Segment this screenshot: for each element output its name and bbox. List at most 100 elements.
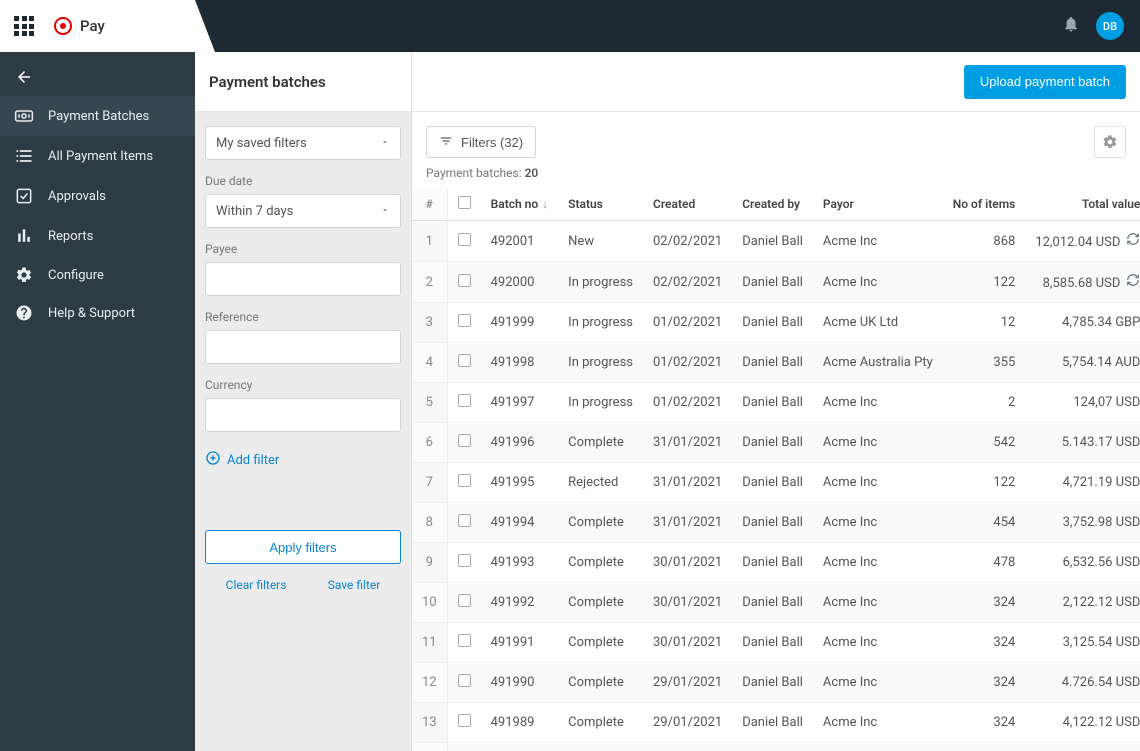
- cell-items: 12: [943, 303, 1026, 343]
- refresh-icon[interactable]: [1126, 235, 1140, 250]
- row-checkbox[interactable]: [458, 274, 471, 287]
- gear-button[interactable]: [1094, 126, 1126, 158]
- cell-batch-no: 491996: [481, 423, 559, 463]
- cell-payor: Acme Inc: [813, 663, 943, 703]
- cell-batch-no: 492001: [481, 221, 559, 262]
- cell-status: Complete: [558, 503, 643, 543]
- cell-items: 454: [943, 503, 1026, 543]
- row-index: 10: [412, 583, 447, 623]
- batch-count: Payment batches: 20: [412, 166, 1140, 188]
- avatar[interactable]: DB: [1096, 12, 1124, 40]
- currency-field[interactable]: [205, 398, 401, 432]
- cell-status: Complete: [558, 743, 643, 751]
- cell-total: 8,585.68 USD: [1025, 262, 1140, 303]
- apps-icon[interactable]: [14, 16, 34, 36]
- sidebar-item-label: Reports: [48, 229, 93, 244]
- bell-icon[interactable]: [1062, 15, 1080, 37]
- table-row[interactable]: 3491999In progress01/02/2021Daniel BallA…: [412, 303, 1140, 343]
- sidebar-item-label: Approvals: [48, 189, 106, 204]
- cell-payor: Acme Inc: [813, 543, 943, 583]
- row-checkbox[interactable]: [458, 314, 471, 327]
- row-checkbox[interactable]: [458, 514, 471, 527]
- col-created-by[interactable]: Created by: [732, 188, 813, 221]
- cell-created: 30/01/2021: [643, 543, 732, 583]
- table-row[interactable]: 1492001New02/02/2021Daniel BallAcme Inc8…: [412, 221, 1140, 262]
- cell-total: 4,785.34 GBP: [1025, 303, 1140, 343]
- cell-payor: Acme Inc: [813, 743, 943, 751]
- sidebar-item-configure[interactable]: Configure: [0, 256, 195, 294]
- table-row[interactable]: 5491997In progress01/02/2021Daniel BallA…: [412, 383, 1140, 423]
- due-date-select[interactable]: Within 7 days: [205, 194, 401, 228]
- table-row[interactable]: 12491990Complete29/01/2021Daniel BallAcm…: [412, 663, 1140, 703]
- col-created[interactable]: Created: [643, 188, 732, 221]
- refresh-icon[interactable]: [1126, 276, 1140, 291]
- cell-batch-no: 491997: [481, 383, 559, 423]
- saved-filters-select[interactable]: My saved filters: [205, 126, 401, 160]
- payee-field[interactable]: [205, 262, 401, 296]
- cell-created-by: Daniel Ball: [732, 743, 813, 751]
- cell-payor: Acme Australia Pty: [813, 343, 943, 383]
- sidebar-item-payment-batches[interactable]: Payment Batches: [0, 96, 195, 136]
- upload-payment-batch-button[interactable]: Upload payment batch: [964, 65, 1126, 99]
- table-row[interactable]: 9491993Complete30/01/2021Daniel BallAcme…: [412, 543, 1140, 583]
- cell-total: 124,07 USD: [1025, 383, 1140, 423]
- add-filter-button[interactable]: Add filter: [205, 450, 401, 470]
- cell-items: 868: [943, 221, 1026, 262]
- table-row[interactable]: 8491994Complete31/01/2021Daniel BallAcme…: [412, 503, 1140, 543]
- cell-created: 31/01/2021: [643, 503, 732, 543]
- row-index: 2: [412, 262, 447, 303]
- row-index: 14: [412, 743, 447, 751]
- row-checkbox[interactable]: [458, 233, 471, 246]
- col-batch-no[interactable]: Batch no↓: [481, 188, 559, 221]
- sidebar-item-help-support[interactable]: Help & Support: [0, 294, 195, 332]
- cell-total: 4,122.12 USD: [1025, 703, 1140, 743]
- cell-created-by: Daniel Ball: [732, 463, 813, 503]
- table-row[interactable]: 7491995Rejected31/01/2021Daniel BallAcme…: [412, 463, 1140, 503]
- cell-status: Complete: [558, 423, 643, 463]
- table-row[interactable]: 14491988Complete29/01/2021Daniel BallAcm…: [412, 743, 1140, 751]
- filters-button[interactable]: Filters (32): [426, 126, 536, 158]
- cell-batch-no: 491993: [481, 543, 559, 583]
- table-row[interactable]: 2492000In progress02/02/2021Daniel BallA…: [412, 262, 1140, 303]
- row-checkbox[interactable]: [458, 394, 471, 407]
- col-status[interactable]: Status: [558, 188, 643, 221]
- sidebar-item-label: Payment Batches: [48, 109, 149, 124]
- cell-payor: Acme Inc: [813, 463, 943, 503]
- row-checkbox[interactable]: [458, 714, 471, 727]
- row-checkbox[interactable]: [458, 474, 471, 487]
- row-checkbox[interactable]: [458, 354, 471, 367]
- table-row[interactable]: 6491996Complete31/01/2021Daniel BallAcme…: [412, 423, 1140, 463]
- row-checkbox[interactable]: [458, 434, 471, 447]
- select-all-checkbox[interactable]: [458, 196, 471, 209]
- sidebar-item-approvals[interactable]: Approvals: [0, 176, 195, 216]
- table-row[interactable]: 13491989Complete29/01/2021Daniel BallAcm…: [412, 703, 1140, 743]
- sidebar-item-reports[interactable]: Reports: [0, 216, 195, 256]
- table-row[interactable]: 10491992Complete30/01/2021Daniel BallAcm…: [412, 583, 1140, 623]
- apply-filters-button[interactable]: Apply filters: [205, 530, 401, 564]
- save-filter-link[interactable]: Save filter: [328, 578, 381, 592]
- batches-table: # Batch no↓ Status Created Created by Pa…: [412, 188, 1140, 751]
- back-button[interactable]: [0, 60, 195, 96]
- row-checkbox[interactable]: [458, 554, 471, 567]
- row-checkbox[interactable]: [458, 634, 471, 647]
- sidebar-item-all-payment-items[interactable]: All Payment Items: [0, 136, 195, 176]
- cell-payor: Acme Inc: [813, 423, 943, 463]
- cell-items: 122: [943, 463, 1026, 503]
- reference-field[interactable]: [205, 330, 401, 364]
- table-row[interactable]: 4491998In progress01/02/2021Daniel BallA…: [412, 343, 1140, 383]
- row-checkbox[interactable]: [458, 674, 471, 687]
- cell-total: 2,122.12 USD: [1025, 583, 1140, 623]
- cell-payor: Acme Inc: [813, 221, 943, 262]
- col-payor[interactable]: Payor: [813, 188, 943, 221]
- clear-filters-link[interactable]: Clear filters: [226, 578, 287, 592]
- row-checkbox[interactable]: [458, 594, 471, 607]
- row-index: 12: [412, 663, 447, 703]
- col-total[interactable]: Total value: [1025, 188, 1140, 221]
- cell-created-by: Daniel Ball: [732, 543, 813, 583]
- table-row[interactable]: 11491991Complete30/01/2021Daniel BallAcm…: [412, 623, 1140, 663]
- cell-status: Complete: [558, 583, 643, 623]
- filters-button-label: Filters (32): [461, 135, 523, 150]
- col-items[interactable]: No of items: [943, 188, 1026, 221]
- cell-created: 01/02/2021: [643, 303, 732, 343]
- cell-items: 324: [943, 623, 1026, 663]
